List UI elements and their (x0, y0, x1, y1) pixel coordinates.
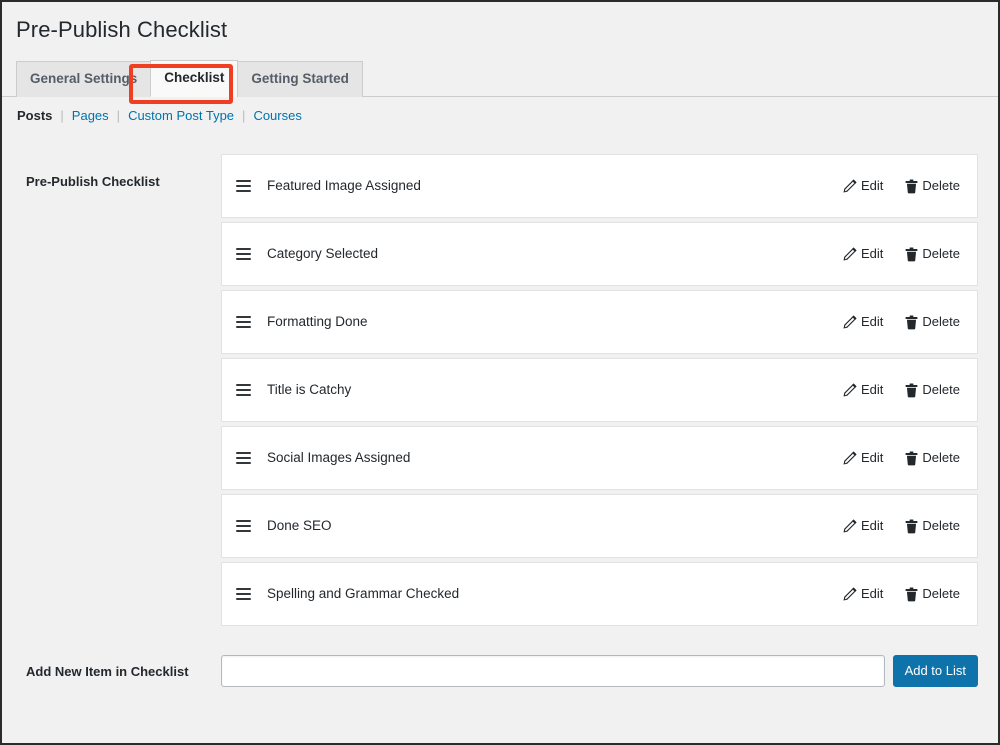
subnav-item-pages[interactable]: Pages (71, 106, 110, 126)
delete-label: Delete (922, 450, 960, 465)
checklist-item-actions: Edit Delete (842, 382, 960, 398)
checklist-item-label: Done SEO (267, 518, 332, 533)
checklist-section-label: Pre-Publish Checklist (26, 174, 160, 189)
admin-page: Pre-Publish Checklist General Settings C… (2, 2, 998, 743)
page-title: Pre-Publish Checklist (16, 17, 228, 42)
checklist-item[interactable]: Title is Catchy Edit Delete (221, 358, 978, 422)
trash-icon (905, 382, 918, 398)
edit-label: Edit (861, 450, 884, 465)
tab-checklist[interactable]: Checklist (150, 60, 239, 97)
edit-label: Edit (861, 382, 884, 397)
delete-label: Delete (922, 518, 960, 533)
edit-button[interactable]: Edit (842, 586, 883, 602)
checklist-item-label: Social Images Assigned (267, 450, 411, 465)
edit-label: Edit (861, 314, 884, 329)
post-type-subnav: Posts | Pages | Custom Post Type | Cours… (2, 106, 998, 126)
checklist-item-label: Featured Image Assigned (267, 178, 421, 193)
edit-button[interactable]: Edit (842, 518, 883, 534)
trash-icon (905, 518, 918, 534)
checklist-item-actions: Edit Delete (842, 246, 960, 262)
pencil-icon (842, 178, 857, 194)
delete-button[interactable]: Delete (905, 178, 960, 194)
screenshot-frame: Pre-Publish Checklist General Settings C… (0, 0, 1000, 745)
delete-label: Delete (922, 178, 960, 193)
delete-label: Delete (922, 314, 960, 329)
trash-icon (905, 450, 918, 466)
add-to-list-button[interactable]: Add to List (892, 655, 978, 687)
checklist-row: Pre-Publish Checklist Featured Image Ass… (2, 154, 998, 630)
checklist-item[interactable]: Social Images Assigned Edit Delete (221, 426, 978, 490)
edit-label: Edit (861, 586, 884, 601)
edit-button[interactable]: Edit (842, 382, 883, 398)
subnav-item-posts[interactable]: Posts (16, 106, 53, 126)
pencil-icon (842, 450, 857, 466)
subnav-link-posts[interactable]: Posts (16, 108, 53, 123)
delete-label: Delete (922, 246, 960, 261)
subnav-separator-2: | (116, 108, 121, 123)
drag-handle-icon[interactable] (236, 314, 252, 330)
trash-icon (905, 178, 918, 194)
drag-handle-icon[interactable] (236, 382, 252, 398)
drag-handle-icon[interactable] (236, 586, 252, 602)
checklist-item-label: Spelling and Grammar Checked (267, 586, 460, 601)
checklist-item[interactable]: Formatting Done Edit Delete (221, 290, 978, 354)
drag-handle-icon[interactable] (236, 246, 252, 262)
checklist-item[interactable]: Spelling and Grammar Checked Edit Delete (221, 562, 978, 626)
delete-button[interactable]: Delete (905, 450, 960, 466)
edit-label: Edit (861, 178, 884, 193)
pencil-icon (842, 382, 857, 398)
trash-icon (905, 586, 918, 602)
delete-button[interactable]: Delete (905, 586, 960, 602)
subnav-separator-1: | (60, 108, 64, 123)
trash-icon (905, 314, 918, 330)
checklist-field: Featured Image Assigned Edit Delete Categor… (221, 154, 998, 630)
subnav-item-courses[interactable]: Courses (252, 106, 302, 126)
delete-button[interactable]: Delete (905, 382, 960, 398)
edit-button[interactable]: Edit (842, 178, 883, 194)
delete-label: Delete (922, 586, 960, 601)
drag-handle-icon[interactable] (236, 178, 252, 194)
edit-button[interactable]: Edit (842, 450, 883, 466)
edit-label: Edit (861, 518, 884, 533)
delete-label: Delete (922, 382, 960, 397)
delete-button[interactable]: Delete (905, 518, 960, 534)
checklist-item-actions: Edit Delete (842, 178, 960, 194)
subnav-item-custom-post-type[interactable]: Custom Post Type (127, 106, 235, 126)
drag-handle-icon[interactable] (236, 518, 252, 534)
edit-button[interactable]: Edit (842, 246, 883, 262)
subnav-link-pages[interactable]: Pages (71, 108, 110, 123)
add-item-label: Add New Item in Checklist (26, 663, 189, 679)
checklist-item[interactable]: Done SEO Edit Delete (221, 494, 978, 558)
tab-getting-started[interactable]: Getting Started (237, 61, 363, 97)
checklist-item-actions: Edit Delete (842, 450, 960, 466)
checklist-item-label: Formatting Done (267, 314, 368, 329)
trash-icon (905, 246, 918, 262)
pencil-icon (842, 586, 857, 602)
checklist-item[interactable]: Featured Image Assigned Edit Delete (221, 154, 978, 218)
new-checklist-item-input[interactable] (221, 655, 885, 687)
edit-label: Edit (861, 246, 884, 261)
subnav-link-custom-post-type[interactable]: Custom Post Type (127, 108, 235, 123)
add-item-row: Add New Item in Checklist Add to List (2, 655, 998, 687)
checklist-form: Pre-Publish Checklist Featured Image Ass… (2, 154, 998, 687)
checklist-item-actions: Edit Delete (842, 314, 960, 330)
drag-handle-icon[interactable] (236, 450, 252, 466)
checklist-item-actions: Edit Delete (842, 586, 960, 602)
subnav-link-courses[interactable]: Courses (252, 108, 302, 123)
checklist-items: Featured Image Assigned Edit Delete Categor… (221, 154, 978, 626)
delete-button[interactable]: Delete (905, 314, 960, 330)
subnav-separator-3: | (242, 108, 246, 123)
tab-bar: General Settings Checklist Getting Start… (2, 60, 998, 104)
pencil-icon (842, 314, 857, 330)
pencil-icon (842, 518, 857, 534)
edit-button[interactable]: Edit (842, 314, 883, 330)
tab-general-settings[interactable]: General Settings (16, 61, 152, 97)
pencil-icon (842, 246, 857, 262)
add-item-field: Add to List (221, 655, 998, 687)
checklist-item-label: Category Selected (267, 246, 379, 261)
delete-button[interactable]: Delete (905, 246, 960, 262)
checklist-item-actions: Edit Delete (842, 518, 960, 534)
checklist-item[interactable]: Category Selected Edit Delete (221, 222, 978, 286)
checklist-item-label: Title is Catchy (267, 382, 352, 397)
